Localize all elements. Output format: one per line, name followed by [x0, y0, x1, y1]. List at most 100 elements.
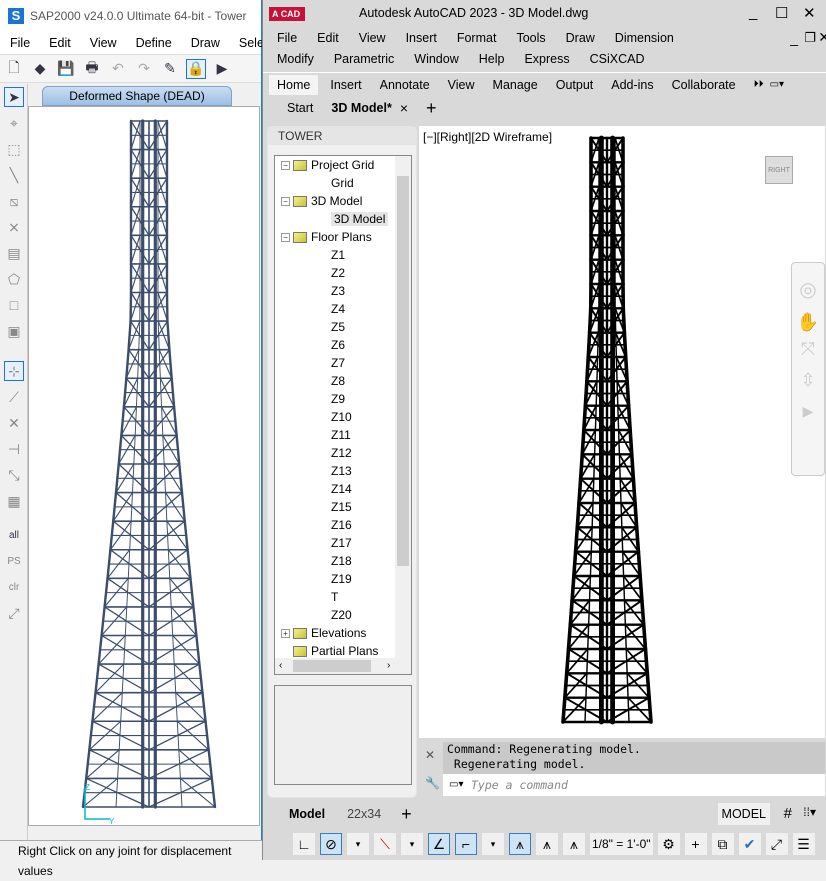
collapse-icon[interactable]: −	[281, 197, 290, 206]
annotation-visibility-icon[interactable]: ⩚	[509, 833, 531, 855]
close-button[interactable]: ✕	[803, 4, 816, 22]
ribbon-overflow-icon[interactable]: ⏵⏵	[754, 79, 764, 90]
hardware-acceleration-icon[interactable]: ✔	[739, 833, 761, 855]
clean-screen-icon[interactable]: ⤢	[766, 833, 788, 855]
pointer-icon[interactable]: ➤	[4, 87, 24, 107]
tree-vertical-scrollbar[interactable]	[395, 156, 411, 661]
steering-wheel-icon[interactable]: ◎	[792, 277, 824, 302]
point-select-icon[interactable]: ⬚	[4, 139, 24, 159]
auto-scale-icon[interactable]: ⩚	[536, 833, 558, 855]
ribbon-minimize-icon[interactable]: ▭▾	[770, 79, 784, 90]
joint-icon[interactable]: ⊹	[4, 361, 24, 381]
isometric-icon[interactable]: ⟍	[374, 833, 396, 855]
lock-icon[interactable]: 🔒	[186, 59, 206, 79]
collapse-icon[interactable]: −	[281, 233, 290, 242]
doc-close-button[interactable]: ✕	[818, 29, 826, 46]
pencil-icon[interactable]: ✎	[160, 59, 180, 79]
tree-node[interactable]: −3D Model	[275, 192, 411, 210]
grid-icon[interactable]: #	[784, 805, 792, 822]
doc-tab-close-icon[interactable]: ×	[400, 100, 408, 116]
deformed-shape-tab[interactable]: Deformed Shape (DEAD)	[42, 86, 232, 106]
ribbon-tab-manage[interactable]: Manage	[493, 78, 538, 92]
model-space-button[interactable]: MODEL	[718, 803, 770, 825]
acad-menu-draw[interactable]: Draw	[566, 31, 595, 45]
object-snap-tracking-icon[interactable]: ∠	[428, 833, 450, 855]
tree-leaf[interactable]: Z14	[275, 480, 411, 498]
tree-leaf[interactable]: Z18	[275, 552, 411, 570]
autocad-logo-icon[interactable]: A CAD	[269, 7, 305, 21]
joint-chain-icon[interactable]: ⟋	[4, 387, 24, 407]
line-icon[interactable]: ╲	[4, 165, 24, 185]
undo-icon[interactable]: ↶	[108, 59, 128, 79]
cross-select-icon[interactable]: ⨯	[4, 217, 24, 237]
reshape-icon[interactable]: ⌖	[4, 113, 24, 133]
sap-menu-edit[interactable]: Edit	[49, 36, 71, 50]
redo-icon[interactable]: ↷	[134, 59, 154, 79]
print-icon[interactable]: 🖶	[82, 59, 102, 79]
tree-node[interactable]: +Elevations	[275, 624, 411, 642]
acad-menu-edit[interactable]: Edit	[317, 31, 339, 45]
tree-leaf[interactable]: Z15	[275, 498, 411, 516]
tree-leaf[interactable]: T	[275, 588, 411, 606]
tree-horizontal-scrollbar[interactable]: ‹›	[275, 658, 412, 674]
ribbon-tab-insert[interactable]: Insert	[330, 78, 361, 92]
add-layout-button[interactable]: +	[401, 804, 412, 825]
tree-leaf[interactable]: Grid	[275, 174, 411, 192]
scroll-left-icon[interactable]: ‹	[279, 660, 282, 671]
acad-menu-parametric[interactable]: Parametric	[334, 52, 394, 66]
tree-leaf[interactable]: Z13	[275, 462, 411, 480]
annotation-scale-icon[interactable]: ⩚	[563, 833, 585, 855]
tree-leaf[interactable]: Z4	[275, 300, 411, 318]
tree-leaf[interactable]: Z1	[275, 246, 411, 264]
maximize-button[interactable]: ☐	[775, 4, 788, 22]
grid-select-icon[interactable]: ▤	[4, 243, 24, 263]
tree-leaf[interactable]: Z20	[275, 606, 411, 624]
plus-icon[interactable]: +	[685, 833, 707, 855]
expand-icon[interactable]: +	[281, 629, 290, 638]
tree-leaf[interactable]: Z11	[275, 426, 411, 444]
pan-icon[interactable]: ✋	[792, 312, 824, 333]
viewcube[interactable]: RIGHT	[765, 156, 793, 184]
new-tab-button[interactable]: +	[426, 98, 437, 119]
save-icon[interactable]: 💾	[56, 59, 76, 79]
intersecting-line-icon[interactable]: ⤢	[4, 603, 24, 623]
diagonal-joint-icon[interactable]: ⤡	[4, 465, 24, 485]
intersect-icon[interactable]: ✕	[4, 413, 24, 433]
collapse-icon[interactable]: −	[281, 161, 290, 170]
acad-menu-file[interactable]: File	[277, 31, 297, 45]
isolate-objects-icon[interactable]: ⧉	[712, 833, 734, 855]
vscroll-thumb[interactable]	[397, 176, 409, 566]
tree-node[interactable]: −Project Grid	[275, 156, 411, 174]
tree-leaf[interactable]: Z10	[275, 408, 411, 426]
drawing-viewport[interactable]: [−][Right][2D Wireframe] RIGHT ◎ ✋ ⤧ ⇳ ▶	[419, 126, 825, 738]
workspace-gear-icon[interactable]: ⚙	[658, 833, 680, 855]
grid-joint-icon[interactable]: ▦	[4, 491, 24, 511]
acad-menu-help[interactable]: Help	[479, 52, 505, 66]
acad-menu-view[interactable]: View	[359, 31, 386, 45]
previous-selection-icon[interactable]: PS	[4, 551, 24, 571]
doc-tab-start[interactable]: Start	[287, 101, 313, 115]
sap-menu-select[interactable]: Sele	[239, 36, 264, 50]
new-file-icon[interactable]: 🗋	[4, 59, 24, 79]
sap-menu-file[interactable]: File	[10, 36, 30, 50]
command-prompt-icon[interactable]: ▭▾	[449, 779, 463, 790]
minimize-button[interactable]: _	[749, 4, 757, 21]
ribbon-tab-output[interactable]: Output	[556, 78, 594, 92]
snap-icon[interactable]: ⁞⁞▾	[803, 805, 816, 819]
dropdown-icon[interactable]: ▾	[347, 833, 369, 855]
dropdown-icon[interactable]: ▾	[401, 833, 423, 855]
clear-selection-icon[interactable]: clr	[4, 577, 24, 597]
play-icon[interactable]: ▶	[212, 59, 232, 79]
dropdown-icon[interactable]: ▾	[482, 833, 504, 855]
doc-tab-3d-model[interactable]: 3D Model*	[331, 101, 391, 115]
command-input[interactable]: Type a command	[443, 774, 825, 796]
orbit-icon[interactable]: ⇳	[792, 370, 824, 391]
ribbon-tab-collaborate[interactable]: Collaborate	[672, 78, 736, 92]
tree-leaf[interactable]: Z9	[275, 390, 411, 408]
sap-menu-view[interactable]: View	[90, 36, 117, 50]
layout-tab-22x34[interactable]: 22x34	[347, 807, 381, 821]
tree-leaf[interactable]: Z16	[275, 516, 411, 534]
polar-tracking-icon[interactable]: ⊘	[320, 833, 342, 855]
annotation-scale-select[interactable]: 1/8" = 1'-0"	[590, 833, 653, 855]
ribbon-tab-view[interactable]: View	[448, 78, 475, 92]
